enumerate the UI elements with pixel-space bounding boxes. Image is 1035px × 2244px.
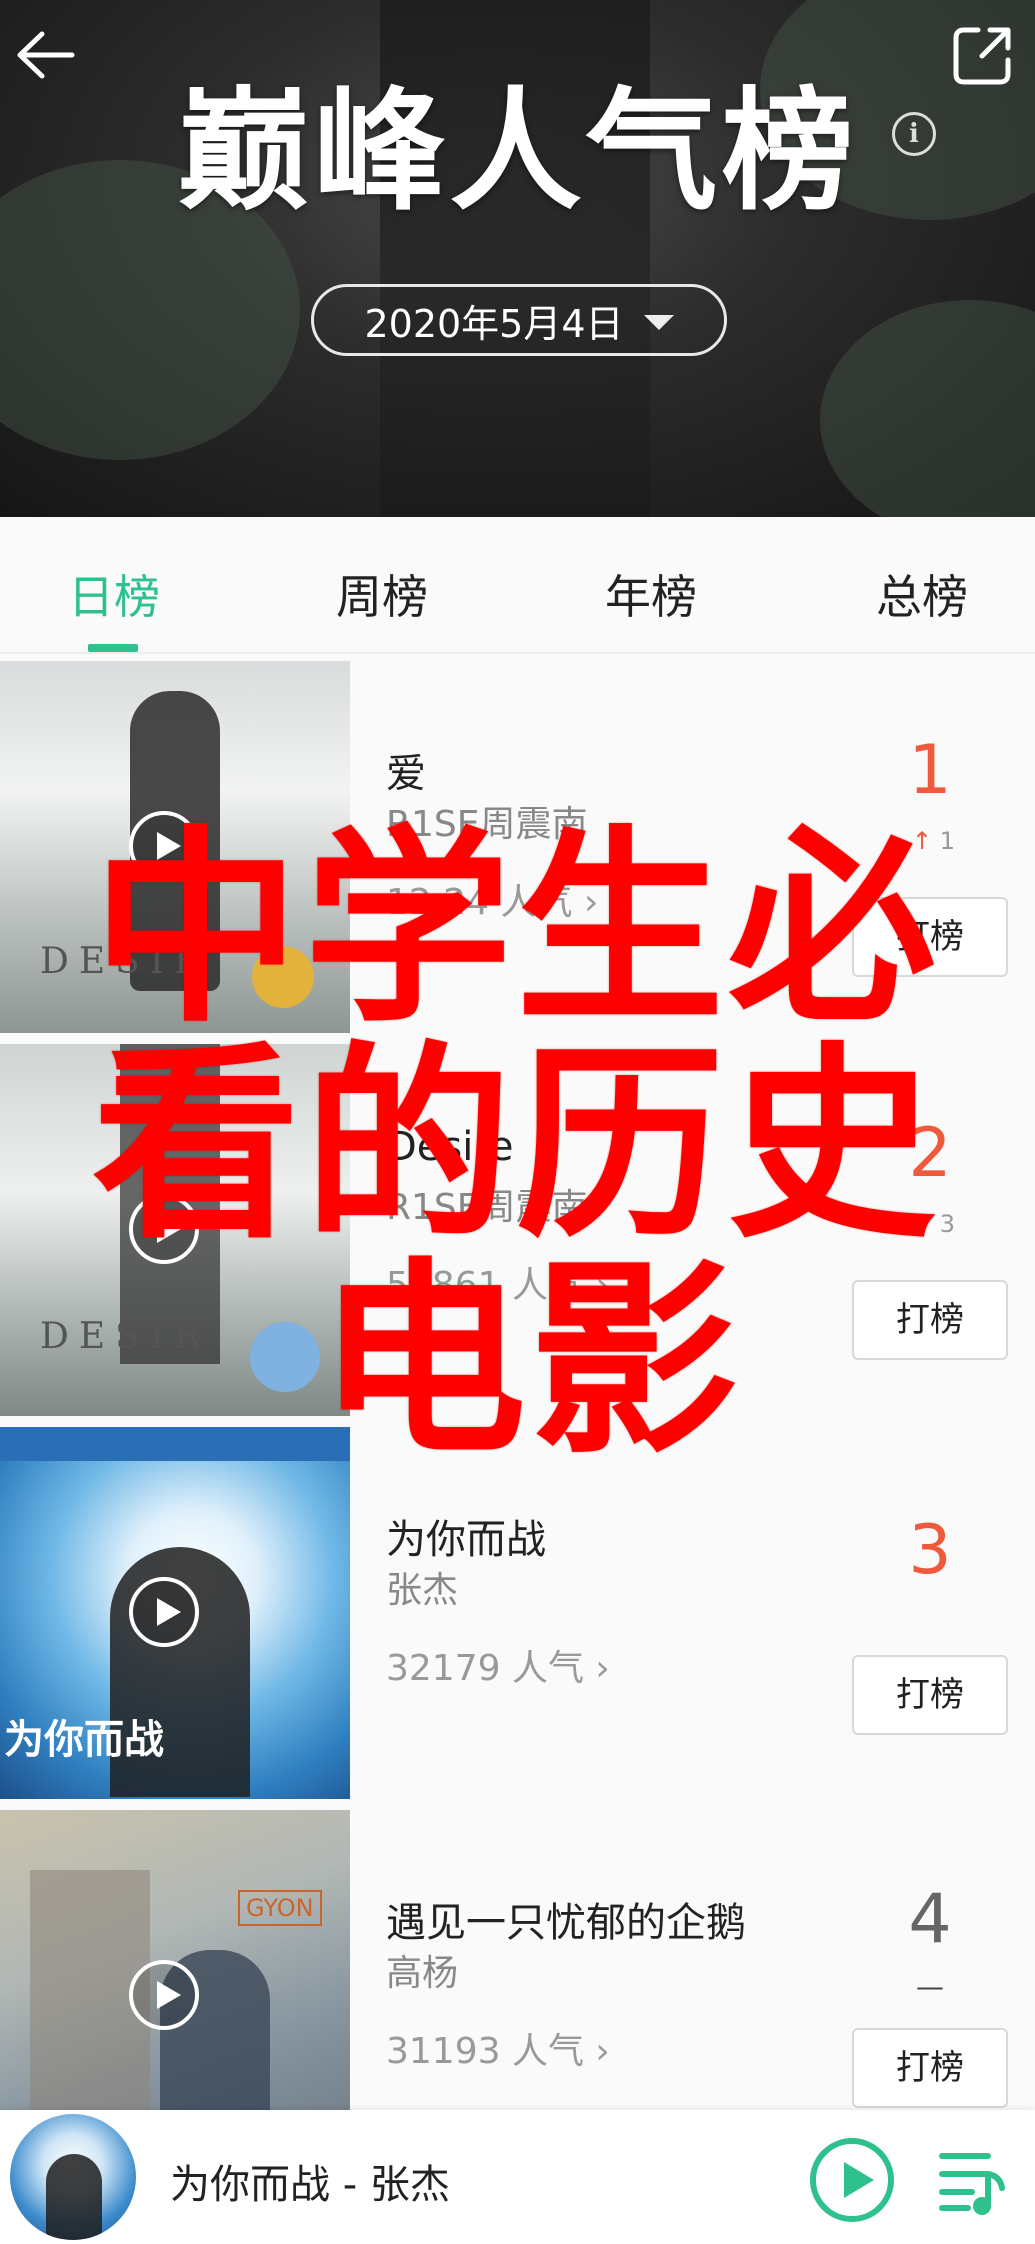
tab-weekly[interactable]: 周榜 [336,561,428,627]
vote-button[interactable]: 打榜 [852,1655,1008,1735]
vote-button[interactable]: 打榜 [852,1280,1008,1360]
caret-down-icon [643,314,674,330]
song-artist: 张杰 [386,1570,459,1611]
date-selector[interactable]: 2020年5月4日 [311,284,727,356]
vote-button[interactable]: 打榜 [852,2028,1008,2108]
chevron-right-icon: › [595,2031,610,2072]
info-icon[interactable]: i [892,112,936,156]
rank-change-value: 3 [939,1210,956,1238]
rank-number: 4 [908,1880,952,1959]
mini-player: 为你而战 - 张杰 [0,2110,1035,2244]
play-icon[interactable] [129,1577,199,1647]
watermark-line-3: 电影 [318,1241,742,1483]
rank-number: 1 [908,731,952,810]
badge-icon [250,1322,320,1392]
popularity-link[interactable]: 32179 人气 › [386,1639,610,1691]
playlist-icon[interactable] [938,2140,1008,2220]
song-title: 遇见一只忧郁的企鹅 [386,1900,746,1946]
cover-text: DESIR [40,1316,212,1357]
song-title: 为你而战 [386,1517,546,1563]
chart-header-banner: 巅峰人气榜 i 2020年5月4日 [0,0,1035,517]
background-foliage [820,300,1035,517]
chevron-right-icon: › [595,1648,610,1689]
now-playing-cover[interactable] [10,2114,136,2240]
watermark-line-1: 中学生必 [92,809,940,1051]
song-title: 爱 [386,751,426,797]
album-cover[interactable]: 为你而战 [0,1427,350,1799]
date-label: 2020年5月4日 [364,301,624,346]
cover-text: 为你而战 [4,1717,164,1763]
cover-text: GYON [238,1890,322,1926]
song-artist: 高杨 [386,1953,459,1994]
popularity-count: 32179 人气 [386,1648,584,1689]
watermark-line-2: 看的历史 [92,1025,940,1267]
rank-change-value: 1 [939,827,956,855]
play-icon[interactable] [129,1960,199,2030]
chart-tabs: 日榜 周榜 年榜 总榜 [0,517,1035,654]
now-playing-title: 为你而战 - 张杰 [170,2162,450,2208]
active-tab-indicator [88,644,138,652]
cover-banner [0,1427,350,1461]
popularity-link[interactable]: 31193 人气 › [386,2022,610,2074]
popularity-count: 31193 人气 [386,2031,584,2072]
play-circle-icon[interactable] [810,2138,894,2222]
rank-change-value: — [916,1970,944,2003]
rank-number: 3 [908,1511,952,1590]
tab-all-time[interactable]: 总榜 [876,561,968,627]
tab-daily[interactable]: 日榜 [68,561,160,627]
page-title: 巅峰人气榜 [177,75,858,229]
cover-figure [46,2154,102,2240]
tab-yearly[interactable]: 年榜 [605,561,697,627]
